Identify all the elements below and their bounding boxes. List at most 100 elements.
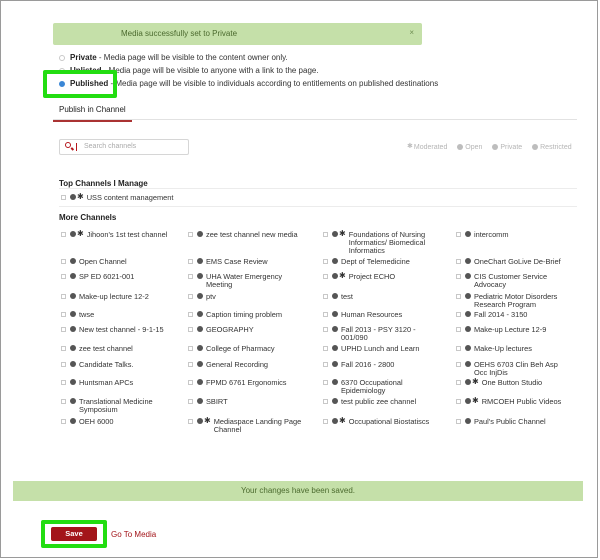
channel-checkbox[interactable] — [456, 380, 461, 385]
channel-checkbox[interactable] — [61, 399, 66, 404]
restricted-icon — [532, 144, 539, 150]
channel-checkbox[interactable] — [61, 346, 66, 351]
channel-checkbox[interactable] — [61, 259, 66, 264]
globe-icon — [70, 231, 76, 238]
moderated-icon: ✱ — [472, 396, 479, 406]
section-divider — [59, 188, 577, 189]
channel-label: Make-up Lecture 12-9 — [474, 325, 547, 334]
channel-icons: UHA Water Emergency Meeting — [197, 273, 282, 289]
text-cursor — [76, 143, 77, 151]
channel-checkbox[interactable] — [456, 294, 461, 299]
channel-checkbox[interactable] — [61, 362, 66, 367]
channel-checkbox[interactable] — [456, 346, 461, 351]
globe-icon — [465, 258, 471, 265]
globe-icon — [197, 361, 203, 368]
channel-checkbox[interactable] — [61, 274, 66, 279]
channel-checkbox[interactable] — [323, 380, 328, 385]
channel-label: Fall 2013 - PSY 3120 - 001/090 — [341, 325, 416, 342]
channel-label: test public zee channel — [341, 397, 417, 406]
globe-icon — [465, 345, 471, 352]
channel-checkbox[interactable] — [61, 380, 66, 385]
channel-checkbox[interactable] — [188, 346, 193, 351]
channel-type-legend: ✱Moderated Open Private Restricted — [399, 143, 572, 151]
channel-label: College of Pharmacy — [206, 344, 275, 353]
radio-private-name: Private — [70, 53, 97, 62]
channel-checkbox[interactable] — [188, 362, 193, 367]
channel-checkbox[interactable] — [61, 232, 66, 237]
tab-label: Publish in Channel — [59, 105, 126, 114]
radio-button[interactable] — [59, 54, 65, 61]
channel-icons: ✱ Foundations of Nursing Informatics/ Bio… — [332, 230, 425, 255]
globe-icon — [332, 418, 338, 425]
channel-checkbox[interactable] — [188, 327, 193, 332]
channel-checkbox[interactable] — [456, 419, 461, 424]
section-divider — [59, 206, 577, 207]
channel-checkbox[interactable] — [323, 346, 328, 351]
channel-checkbox[interactable] — [323, 232, 328, 237]
channel-checkbox[interactable] — [323, 259, 328, 264]
channel-icons: 6370 Occupational Epidemiology — [332, 379, 403, 395]
channel-checkbox[interactable] — [61, 312, 66, 317]
channel-checkbox[interactable] — [61, 327, 66, 332]
channel-checkbox[interactable] — [188, 294, 193, 299]
channel-checkbox[interactable] — [456, 399, 461, 404]
channel-label: EMS Case Review — [206, 257, 268, 266]
channel-checkbox[interactable] — [456, 259, 461, 264]
channel-icons: ✱ Jihoon's 1st test channel — [70, 229, 167, 239]
lock-icon — [492, 144, 499, 150]
channel-checkbox[interactable] — [188, 259, 193, 264]
search-channels-field[interactable]: Search channels — [59, 139, 189, 155]
channel-label: Translational Medicine Symposium — [79, 397, 153, 414]
channel-label: test — [341, 292, 353, 301]
radio-private[interactable]: Private - Media page will be visible to … — [59, 53, 288, 62]
channel-checkbox[interactable] — [323, 312, 328, 317]
channel-checkbox[interactable] — [61, 419, 66, 424]
channel-checkbox[interactable] — [456, 327, 461, 332]
channel-label: OEHS 6703 Clin Beh Asp Occ InjDis — [474, 360, 558, 377]
channel-label: Caption timing problem — [206, 310, 282, 319]
channel-checkbox[interactable] — [323, 274, 328, 279]
channel-checkbox[interactable] — [323, 327, 328, 332]
channel-checkbox[interactable] — [188, 312, 193, 317]
globe-icon — [465, 418, 471, 425]
channel-label: OEH 6000 — [79, 417, 114, 426]
globe-icon — [332, 326, 338, 333]
channel-checkbox[interactable] — [323, 362, 328, 367]
channel-checkbox[interactable] — [456, 232, 461, 237]
channel-label: UPHD Lunch and Learn — [341, 344, 420, 353]
channel-checkbox[interactable] — [61, 195, 66, 200]
channel-label: Project ECHO — [348, 272, 396, 281]
channel-checkbox[interactable] — [61, 294, 66, 299]
tab-divider — [53, 119, 577, 120]
channel-label: Dept of Telemedicine — [341, 257, 410, 266]
channel-checkbox[interactable] — [456, 362, 461, 367]
channel-checkbox[interactable] — [188, 380, 193, 385]
search-icon — [65, 142, 71, 148]
channel-checkbox[interactable] — [188, 399, 193, 404]
channel-icons: twse — [70, 311, 94, 319]
close-icon[interactable]: × — [409, 28, 414, 37]
channel-checkbox[interactable] — [456, 274, 461, 279]
globe-icon — [332, 398, 338, 405]
channel-checkbox[interactable] — [456, 312, 461, 317]
channel-checkbox[interactable] — [323, 294, 328, 299]
go-to-media-link[interactable]: Go To Media — [111, 530, 156, 539]
page-frame: Media successfully set to Private × Priv… — [0, 0, 598, 558]
channel-icons: Translational Medicine Symposium — [70, 398, 153, 414]
changes-saved-message: Your changes have been saved. — [240, 486, 355, 495]
channel-label: intercomm — [474, 230, 509, 239]
channel-icons: OEHS 6703 Clin Beh Asp Occ InjDis — [465, 361, 558, 377]
globe-icon — [332, 231, 338, 238]
globe-icon — [197, 345, 203, 352]
channel-checkbox[interactable] — [323, 399, 328, 404]
globe-icon — [332, 379, 338, 386]
globe-icon — [70, 311, 76, 318]
channel-checkbox[interactable] — [188, 274, 193, 279]
channel-checkbox[interactable] — [188, 232, 193, 237]
channel-icons: College of Pharmacy — [197, 345, 275, 353]
globe-icon — [465, 231, 471, 238]
channel-checkbox[interactable] — [323, 419, 328, 424]
channel-label: New test channel - 9-1-15 — [79, 325, 164, 334]
moderated-icon: ✱ — [77, 229, 84, 239]
channel-checkbox[interactable] — [188, 419, 193, 424]
